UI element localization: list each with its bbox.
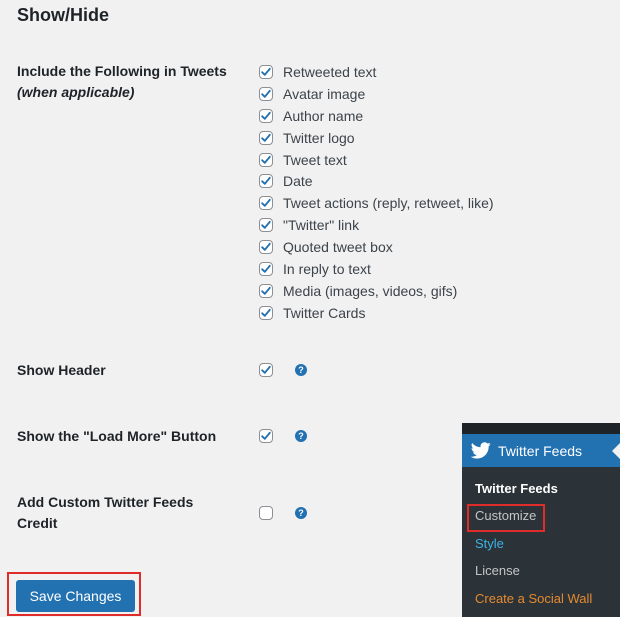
help-icon[interactable]: ? [295,507,307,519]
checkmark-icon [261,242,271,251]
credit-label: Add Custom Twitter Feeds Credit [17,494,194,531]
include-option[interactable]: "Twitter" link [259,214,494,236]
include-option-checkbox[interactable] [259,86,273,101]
include-option-checkbox[interactable] [259,218,273,233]
load-more-checkbox[interactable] [259,429,273,443]
checkmark-icon [261,308,271,317]
customize-highlight-box [467,504,545,532]
include-option-label: In reply to text [283,260,371,277]
credit-checkbox[interactable] [259,506,273,520]
help-icon[interactable]: ? [295,430,307,442]
include-option-checkbox[interactable] [259,240,273,255]
include-option-label: Date [283,173,313,190]
submenu-license[interactable]: License [475,562,520,580]
checkmark-icon [261,199,271,208]
include-option-checkbox[interactable] [259,283,273,298]
checkmark-icon [261,133,271,142]
include-option-label: Twitter logo [283,129,355,146]
checkmark-icon [261,365,271,374]
include-option-label: Tweet text [283,151,347,168]
include-option[interactable]: Twitter Cards [259,302,494,324]
admin-menu-twitter-feeds[interactable]: Twitter Feeds [462,434,620,467]
include-tweets-label: Include the Following in Tweets (when ap… [17,61,237,103]
twitter-bird-icon [471,442,491,459]
include-option[interactable]: Quoted tweet box [259,236,494,258]
include-option[interactable]: Author name [259,105,494,127]
include-option-checkbox[interactable] [259,64,273,79]
include-option-checkbox[interactable] [259,305,273,320]
include-option[interactable]: Twitter logo [259,127,494,149]
include-option-label: Retweeted text [283,63,377,80]
checkmark-icon [261,431,271,440]
include-options-list: Retweeted text Avatar image Author name Twi… [259,61,494,324]
submenu-twitter-feeds[interactable]: Twitter Feeds [475,480,558,498]
checkmark-icon [261,155,271,164]
save-changes-button[interactable]: Save Changes [16,580,135,612]
include-tweets-label-main: Include the Following in Tweets [17,63,227,79]
submenu-style[interactable]: Style [475,535,504,553]
include-option-checkbox[interactable] [259,174,273,189]
include-option[interactable]: Date [259,170,494,192]
include-tweets-label-note: (when applicable) [17,84,135,100]
section-title: Show/Hide [17,5,110,25]
save-highlight-box: Save Changes [7,572,141,616]
include-option-label: Avatar image [283,85,366,102]
load-more-label: Show the "Load More" Button [17,428,217,444]
admin-menu-head-label: Twitter Feeds [498,442,583,459]
include-option[interactable]: In reply to text [259,258,494,280]
include-option-label: Author name [283,107,364,124]
checkmark-icon [261,89,271,98]
include-option-label: "Twitter" link [283,217,360,234]
include-option[interactable]: Tweet text [259,149,494,171]
admin-menu-topbar [462,423,620,434]
include-option-label: Media (images, videos, gifs) [283,282,458,299]
include-option-checkbox[interactable] [259,152,273,167]
checkmark-icon [261,177,271,186]
checkmark-icon [261,221,271,229]
include-option-checkbox[interactable] [259,196,273,211]
include-option-checkbox[interactable] [259,108,273,123]
checkmark-icon [261,286,271,295]
checkmark-icon [261,111,271,120]
show-header-checkbox[interactable] [259,363,273,377]
checkmark-icon [261,264,271,273]
submenu-create-social-wall[interactable]: Create a Social Wall [475,590,592,608]
include-option[interactable]: Retweeted text [259,61,494,83]
help-icon[interactable]: ? [295,364,307,376]
include-option-checkbox[interactable] [259,130,273,145]
include-option-label: Tweet actions (reply, retweet, like) [283,195,494,212]
include-option[interactable]: Media (images, videos, gifs) [259,280,494,302]
include-option[interactable]: Tweet actions (reply, retweet, like) [259,192,494,214]
include-option[interactable]: Avatar image [259,83,494,105]
checkmark-icon [261,67,271,76]
include-option-label: Twitter Cards [283,304,366,321]
include-option-checkbox[interactable] [259,261,273,276]
current-menu-caret-icon [612,443,620,459]
include-option-label: Quoted tweet box [283,239,393,256]
show-header-label: Show Header [17,362,106,378]
